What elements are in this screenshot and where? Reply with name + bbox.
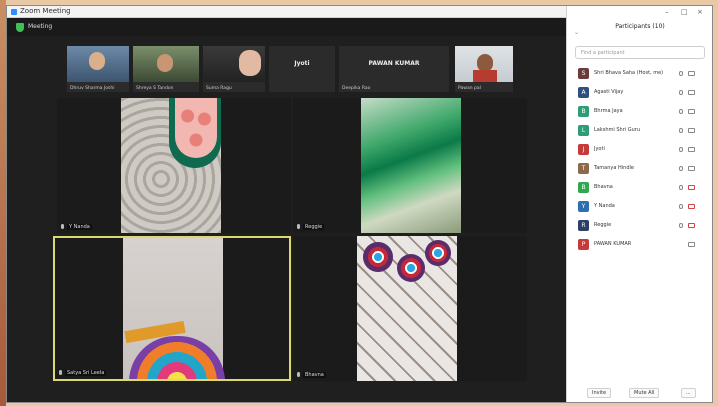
zoom-window: Zoom Meeting Meeting Dhruv Sharma Joshi …: [6, 5, 713, 403]
participant-row[interactable]: B Bhavna: [567, 178, 713, 197]
title-bar: Zoom Meeting: [7, 6, 566, 18]
thumb-name: Shreya S Tandon: [136, 86, 174, 91]
thumb-video[interactable]: Shreya S Tandon: [133, 46, 199, 92]
tile-name: Reggie: [303, 224, 325, 230]
thumb-name-only[interactable]: PAWAN KUMAR Deepika Rao: [339, 46, 449, 92]
participant-row[interactable]: T Tamanya Hindle: [567, 159, 713, 178]
microphone-icon: [297, 224, 300, 229]
meeting-info-bar: Meeting: [7, 18, 566, 36]
video-tile[interactable]: Reggie: [293, 98, 527, 233]
thumb-name: Dhruv Sharma Joshi: [70, 86, 115, 91]
avatar: R: [578, 220, 589, 231]
video-camera-icon[interactable]: [688, 242, 695, 247]
video-tile[interactable]: Y Nanda: [57, 98, 291, 233]
microphone-icon: [61, 224, 64, 229]
invite-button[interactable]: Invite: [587, 388, 612, 398]
avatar: B: [578, 182, 589, 193]
microphone-icon[interactable]: [679, 204, 683, 209]
zoom-app-icon: [11, 9, 17, 15]
participant-strip: Dhruv Sharma Joshi Shreya S Tandon Suma …: [67, 46, 515, 94]
thumb-name: Deepika Rao: [342, 86, 371, 91]
chevron-down-icon[interactable]: ⌄: [574, 29, 579, 36]
participant-name: PAWAN KUMAR: [594, 241, 632, 247]
video-tile-active-speaker[interactable]: Satya Sri Leela: [53, 236, 291, 381]
tile-name: Bhavna: [303, 372, 326, 378]
participant-row[interactable]: A Agasti Vijay: [567, 83, 713, 102]
close-icon[interactable]: ×: [697, 8, 703, 16]
avatar: P: [578, 239, 589, 250]
thumb-video[interactable]: Suma Ragu: [203, 46, 265, 92]
mute-all-button[interactable]: Mute All: [629, 388, 660, 398]
microphone-icon: [59, 370, 62, 375]
participant-name: Jyoti: [594, 146, 605, 152]
thumb-name: Suma Ragu: [206, 86, 232, 91]
video-tile[interactable]: Bhavna: [293, 236, 527, 381]
participant-row[interactable]: J Jyoti: [567, 140, 713, 159]
panel-title: Participants (10): [615, 23, 665, 30]
video-camera-icon[interactable]: [688, 90, 695, 95]
microphone-icon[interactable]: [679, 109, 683, 114]
avatar: B: [578, 106, 589, 117]
participant-name: Lakshmi Shri Guru: [594, 127, 641, 133]
video-camera-icon[interactable]: [688, 147, 695, 152]
video-camera-icon[interactable]: [688, 166, 695, 171]
video-camera-off-icon[interactable]: [688, 185, 695, 190]
video-camera-icon[interactable]: [688, 109, 695, 114]
avatar: S: [578, 68, 589, 79]
thumb-display-name: Jyoti: [294, 60, 310, 67]
microphone-icon[interactable]: [679, 90, 683, 95]
microphone-icon[interactable]: [679, 223, 683, 228]
thumb-name: Pawan pal: [458, 86, 481, 91]
video-camera-off-icon[interactable]: [688, 223, 695, 228]
video-camera-icon[interactable]: [688, 128, 695, 133]
microphone-icon: [297, 372, 300, 377]
participant-row[interactable]: Y Y Nanda: [567, 197, 713, 216]
participant-name: Agasti Vijay: [594, 89, 624, 95]
avatar: J: [578, 144, 589, 155]
thumb-name-only[interactable]: Jyoti: [269, 46, 335, 92]
participant-list: S Shri Bhava Saha (Host, me) A Agasti Vi…: [567, 64, 713, 254]
microphone-icon[interactable]: [679, 128, 683, 133]
more-button[interactable]: ...: [681, 388, 696, 398]
participant-name: Shri Bhava Saha (Host, me): [594, 70, 664, 76]
participant-name: Tamanya Hindle: [594, 165, 634, 171]
participant-row[interactable]: R Reggie: [567, 216, 713, 235]
maximize-icon[interactable]: □: [681, 8, 688, 16]
video-feed: [361, 98, 461, 233]
minimize-icon[interactable]: –: [665, 8, 669, 16]
avatar: L: [578, 125, 589, 136]
microphone-icon[interactable]: [679, 147, 683, 152]
participant-row[interactable]: S Shri Bhava Saha (Host, me): [567, 64, 713, 83]
avatar: T: [578, 163, 589, 174]
participant-search-input[interactable]: Find a participant: [575, 46, 705, 59]
microphone-icon[interactable]: [679, 71, 683, 76]
window-title: Zoom Meeting: [20, 7, 71, 15]
microphone-icon[interactable]: [679, 166, 683, 171]
participant-name: Reggie: [594, 222, 612, 228]
participant-name: Bhavna: [594, 184, 613, 190]
thumb-display-name: PAWAN KUMAR: [368, 60, 420, 67]
view-label: Meeting: [28, 23, 53, 30]
microphone-icon[interactable]: [679, 185, 683, 190]
avatar: Y: [578, 201, 589, 212]
participant-row[interactable]: B Bhrma Jaya: [567, 102, 713, 121]
participant-name: Bhrma Jaya: [594, 108, 623, 114]
avatar: A: [578, 87, 589, 98]
tile-name: Y Nanda: [67, 224, 92, 230]
video-camera-icon[interactable]: [688, 71, 695, 76]
participant-row[interactable]: L Lakshmi Shri Guru: [567, 121, 713, 140]
participants-panel: – □ × ⌄ Participants (10) Find a partici…: [566, 6, 712, 402]
shield-icon[interactable]: [16, 23, 24, 32]
participant-row[interactable]: P PAWAN KUMAR: [567, 235, 713, 254]
thumb-video[interactable]: Dhruv Sharma Joshi: [67, 46, 129, 92]
thumb-video[interactable]: Pawan pal: [455, 46, 513, 92]
video-camera-off-icon[interactable]: [688, 204, 695, 209]
tile-name: Satya Sri Leela: [65, 370, 107, 376]
participant-name: Y Nanda: [594, 203, 615, 209]
